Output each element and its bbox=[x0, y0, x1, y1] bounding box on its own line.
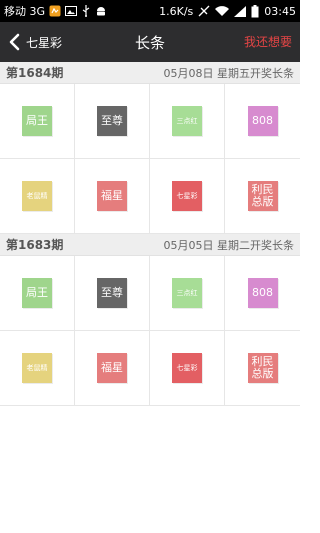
tile-808: 808 bbox=[247, 106, 278, 136]
cell-signal-icon bbox=[234, 5, 247, 17]
grid-cell[interactable]: 三点红 bbox=[150, 84, 225, 159]
tile-limin: 利民总版 bbox=[247, 353, 278, 383]
grid-cell[interactable]: 老鼠精 bbox=[0, 159, 75, 234]
image-icon bbox=[65, 5, 78, 17]
tile-808: 808 bbox=[247, 278, 278, 308]
android-icon bbox=[95, 5, 107, 17]
grid-cell[interactable]: 福星 bbox=[75, 159, 150, 234]
grid-cell[interactable]: 至尊 bbox=[75, 256, 150, 331]
want-more-button[interactable]: 我还想要 bbox=[244, 22, 292, 62]
period-issue: 第1684期 bbox=[6, 66, 64, 80]
tile-laoshujing: 老鼠精 bbox=[22, 181, 52, 211]
grid-cell[interactable]: 利民总版 bbox=[225, 159, 300, 234]
grid-cell[interactable]: 七星彩 bbox=[150, 159, 225, 234]
tile-sandianhong: 三点红 bbox=[172, 106, 202, 136]
grid-cell[interactable]: 808 bbox=[225, 84, 300, 159]
nav-bar: 七星彩 长条 我还想要 bbox=[0, 22, 300, 62]
period-header: 第1684期 05月08日 星期五开奖长条 bbox=[0, 62, 300, 84]
carrier-label: 移动 3G bbox=[4, 5, 46, 18]
usb-icon bbox=[81, 5, 91, 17]
tile-zhizun: 至尊 bbox=[97, 106, 127, 136]
clock: 03:45 bbox=[264, 4, 296, 18]
tile-grid: 局王 至尊 三点红 808 老鼠精 福星 七星彩 利民总版 bbox=[0, 256, 300, 406]
chevron-left-icon bbox=[8, 33, 20, 51]
grid-cell[interactable]: 三点红 bbox=[150, 256, 225, 331]
period-issue: 第1683期 bbox=[6, 238, 64, 252]
tile-sandianhong: 三点红 bbox=[172, 278, 202, 308]
grid-cell[interactable]: 局王 bbox=[0, 84, 75, 159]
grid-cell[interactable]: 老鼠精 bbox=[0, 331, 75, 406]
period-draw-info: 05月08日 星期五开奖长条 bbox=[163, 66, 295, 80]
tile-jwang: 局王 bbox=[22, 278, 52, 308]
grid-cell[interactable]: 808 bbox=[225, 256, 300, 331]
back-label: 七星彩 bbox=[26, 35, 63, 50]
grid-cell[interactable]: 利民总版 bbox=[225, 331, 300, 406]
battery-icon bbox=[251, 4, 259, 18]
tile-fuxing: 福星 bbox=[97, 181, 127, 211]
grid-cell[interactable]: 局王 bbox=[0, 256, 75, 331]
tile-qixingcai: 七星彩 bbox=[172, 353, 202, 383]
status-bar: 移动 3G 1.6K/s 03:45 bbox=[0, 0, 300, 22]
notification-icon bbox=[49, 5, 61, 17]
grid-cell[interactable]: 七星彩 bbox=[150, 331, 225, 406]
tile-fuxing: 福星 bbox=[97, 353, 127, 383]
tile-limin: 利民总版 bbox=[247, 181, 278, 211]
tile-zhizun: 至尊 bbox=[97, 278, 127, 308]
wifi-icon bbox=[215, 5, 230, 17]
back-button[interactable]: 七星彩 bbox=[8, 22, 62, 62]
tile-grid: 局王 至尊 三点红 808 老鼠精 福星 七星彩 利民总版 bbox=[0, 84, 300, 234]
period-draw-info: 05月05日 星期二开奖长条 bbox=[163, 238, 295, 252]
grid-cell[interactable]: 福星 bbox=[75, 331, 150, 406]
tile-qixingcai: 七星彩 bbox=[172, 181, 202, 211]
tile-jwang: 局王 bbox=[22, 106, 52, 136]
tile-laoshujing: 老鼠精 bbox=[22, 353, 52, 383]
grid-cell[interactable]: 至尊 bbox=[75, 84, 150, 159]
network-speed: 1.6K/s bbox=[159, 4, 194, 18]
signal-muted-icon bbox=[198, 5, 210, 17]
period-header: 第1683期 05月05日 星期二开奖长条 bbox=[0, 234, 300, 256]
